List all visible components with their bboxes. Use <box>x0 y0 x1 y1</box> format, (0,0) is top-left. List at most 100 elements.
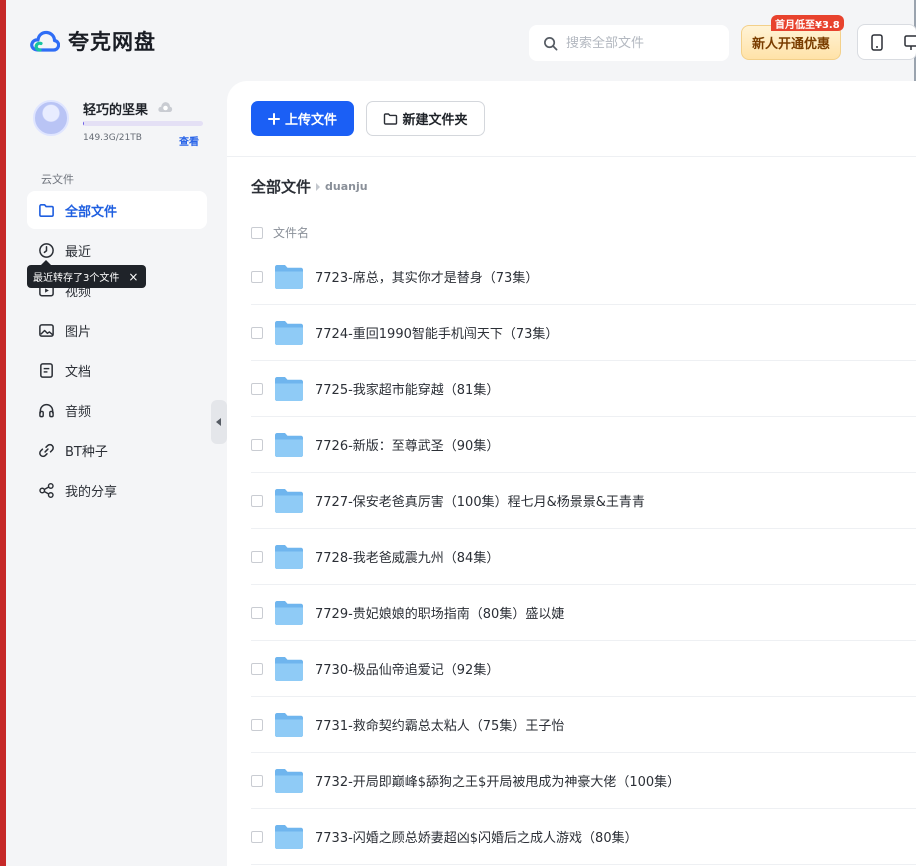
file-name[interactable]: 7732-开局即巅峰$舔狗之王$开局被甩成为神豪大佬（100集） <box>315 771 680 790</box>
chevron-left-icon <box>216 418 221 426</box>
plus-icon <box>267 112 280 125</box>
file-name[interactable]: 7724-重回1990智能手机闯天下（73集） <box>315 323 558 342</box>
sidebar-item-recent[interactable]: 最近 <box>27 231 207 269</box>
folder-icon <box>275 656 303 681</box>
column-header-filename[interactable]: 文件名 <box>273 224 309 241</box>
desktop-icon <box>904 35 916 50</box>
file-name[interactable]: 7727-保安老爸真厉害（100集）程七月&杨景景&王青青 <box>315 491 645 510</box>
new-folder-label: 新建文件夹 <box>402 113 468 128</box>
storage-progress-fill <box>83 121 84 126</box>
sidebar-item-label: 文档 <box>65 364 92 380</box>
row-checkbox[interactable] <box>251 550 263 563</box>
row-checkbox[interactable] <box>251 718 263 731</box>
sidebar-nav: 全部文件 最近 视频 图片 文档 音频 BT种子 我的分享 <box>27 191 207 511</box>
sidebar-item-images[interactable]: 图片 <box>27 311 207 349</box>
upload-label: 上传文件 <box>284 113 337 128</box>
new-folder-button[interactable]: 新建文件夹 <box>366 101 485 136</box>
sidebar-item-bt[interactable]: BT种子 <box>27 431 207 469</box>
cloud-sync-icon <box>158 102 173 112</box>
main-panel: 上传文件 新建文件夹 全部文件 duanju 文件名 7723-席总，其实你才是… <box>227 81 916 866</box>
file-list: 7723-席总，其实你才是替身（73集） 7724-重回1990智能手机闯天下（7… <box>251 249 916 865</box>
sidebar-item-label: BT种子 <box>65 444 108 460</box>
document-icon <box>40 362 53 378</box>
folder-icon <box>275 376 303 401</box>
file-row[interactable]: 7730-极品仙帝追爱记（92集） <box>251 641 916 697</box>
sidebar-item-label: 图片 <box>65 324 92 340</box>
breadcrumb: 全部文件 duanju <box>251 176 368 197</box>
row-checkbox[interactable] <box>251 662 263 675</box>
storage-progress-bar <box>83 121 203 126</box>
sidebar-item-label: 最近 <box>65 244 92 260</box>
folder-icon <box>275 432 303 457</box>
tooltip-text: 最近转存了3个文件 <box>33 273 120 284</box>
sidebar-item-my-shares[interactable]: 我的分享 <box>27 471 207 509</box>
app-logo[interactable]: 夸克网盘 <box>30 26 156 56</box>
file-name[interactable]: 7725-我家超市能穿越（81集） <box>315 379 499 398</box>
promo-badge: 首月低至¥3.8 <box>771 15 844 31</box>
storage-view-link[interactable]: 查看 <box>179 133 199 148</box>
folder-icon <box>275 824 303 849</box>
file-row[interactable]: 7723-席总，其实你才是替身（73集） <box>251 249 916 305</box>
folder-outline-icon <box>384 112 398 125</box>
file-name[interactable]: 7729-贵妃娘娘的职场指南（80集）盛以婕 <box>315 603 564 622</box>
toolbar-divider <box>227 156 916 157</box>
tooltip-close-icon[interactable]: × <box>128 270 138 284</box>
sidebar-item-all-files[interactable]: 全部文件 <box>27 191 207 229</box>
row-checkbox[interactable] <box>251 606 263 619</box>
search-box[interactable] <box>529 25 729 61</box>
breadcrumb-current: duanju <box>325 180 368 193</box>
sidebar-item-audio[interactable]: 音频 <box>27 391 207 429</box>
file-row[interactable]: 7728-我老爸威震九州（84集） <box>251 529 916 585</box>
image-icon <box>39 323 54 337</box>
folder-icon <box>39 203 54 217</box>
file-row[interactable]: 7732-开局即巅峰$舔狗之王$开局被甩成为神豪大佬（100集） <box>251 753 916 809</box>
sidebar-collapse-button[interactable] <box>211 400 227 444</box>
file-name[interactable]: 7728-我老爸威震九州（84集） <box>315 547 499 566</box>
file-name[interactable]: 7733-闪婚之顾总娇妻超凶$闪婚后之成人游戏（80集） <box>315 827 638 846</box>
upload-button[interactable]: 上传文件 <box>251 101 354 136</box>
folder-icon <box>275 600 303 625</box>
file-row[interactable]: 7731-救命契约霸总太粘人（75集）王子怡 <box>251 697 916 753</box>
recent-transfer-tooltip: 最近转存了3个文件 × <box>27 260 147 288</box>
sidebar-item-label: 全部文件 <box>65 204 118 220</box>
row-checkbox[interactable] <box>251 270 263 283</box>
device-button[interactable] <box>857 24 916 60</box>
sidebar-item-documents[interactable]: 文档 <box>27 351 207 389</box>
file-row[interactable]: 7724-重回1990智能手机闯天下（73集） <box>251 305 916 361</box>
cloud-logo-icon <box>30 30 60 52</box>
avatar[interactable] <box>33 100 69 136</box>
file-list-header: 文件名 <box>251 224 309 241</box>
folder-icon <box>275 320 303 345</box>
breadcrumb-root[interactable]: 全部文件 <box>251 176 311 197</box>
search-input[interactable] <box>566 35 716 51</box>
file-row[interactable]: 7725-我家超市能穿越（81集） <box>251 361 916 417</box>
headphones-icon <box>39 403 54 417</box>
row-checkbox[interactable] <box>251 438 263 451</box>
file-name[interactable]: 7731-救命契约霸总太粘人（75集）王子怡 <box>315 715 564 734</box>
row-checkbox[interactable] <box>251 494 263 507</box>
row-checkbox[interactable] <box>251 382 263 395</box>
search-icon <box>544 36 558 50</box>
clock-icon <box>39 242 54 258</box>
breadcrumb-separator-icon <box>316 182 321 191</box>
file-name[interactable]: 7723-席总，其实你才是替身（73集） <box>315 267 538 286</box>
window-edge-left <box>0 0 6 866</box>
row-checkbox[interactable] <box>251 830 263 843</box>
file-name[interactable]: 7730-极品仙帝追爱记（92集） <box>315 659 499 678</box>
file-row[interactable]: 7733-闪婚之顾总娇妻超凶$闪婚后之成人游戏（80集） <box>251 809 916 865</box>
folder-icon <box>275 768 303 793</box>
file-name[interactable]: 7726-新版：至尊武圣（90集） <box>315 435 499 454</box>
file-row[interactable]: 7729-贵妃娘娘的职场指南（80集）盛以婕 <box>251 585 916 641</box>
sidebar-section-title: 云文件 <box>41 173 74 186</box>
username: 轻巧的坚果 <box>83 103 149 118</box>
folder-icon <box>275 264 303 289</box>
file-row[interactable]: 7727-保安老爸真厉害（100集）程七月&杨景景&王青青 <box>251 473 916 529</box>
folder-icon <box>275 712 303 737</box>
share-icon <box>39 482 54 498</box>
link-icon <box>39 443 54 457</box>
file-row[interactable]: 7726-新版：至尊武圣（90集） <box>251 417 916 473</box>
folder-icon <box>275 488 303 513</box>
select-all-checkbox[interactable] <box>251 226 263 239</box>
row-checkbox[interactable] <box>251 326 263 339</box>
row-checkbox[interactable] <box>251 774 263 787</box>
